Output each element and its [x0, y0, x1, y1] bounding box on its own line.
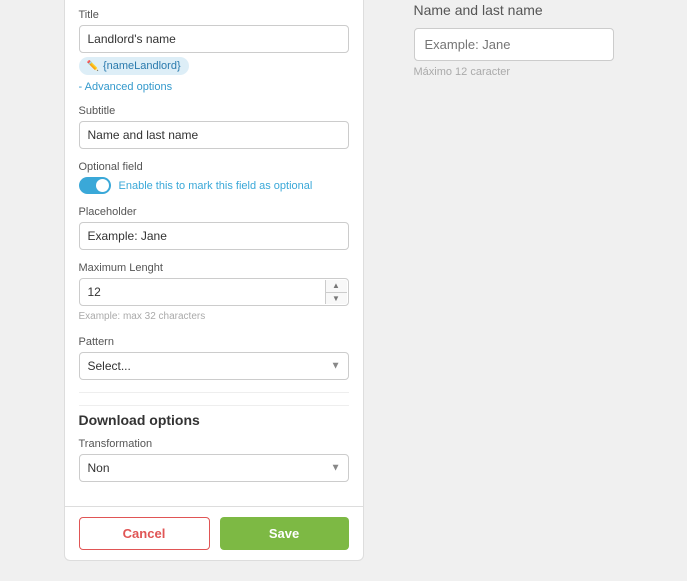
- pattern-field-group: Pattern Select... Numeric Alphabetic Alp…: [79, 336, 349, 380]
- preview-hint: Máximo 12 caracter: [414, 66, 614, 78]
- title-label: Title: [79, 9, 349, 21]
- placeholder-input[interactable]: [79, 222, 349, 250]
- title-input[interactable]: [79, 25, 349, 53]
- page-container: Short text ? Title ✏️ {nameLandlord} - A…: [44, 0, 644, 581]
- tag-text: {nameLandlord}: [103, 60, 181, 72]
- right-preview: Landlord's name Name and last name Máxim…: [404, 0, 624, 98]
- optional-toggle[interactable]: [79, 177, 111, 194]
- transformation-select-wrap: Non Uppercase Lowercase Capitalize ▼: [79, 454, 349, 482]
- spinner-down[interactable]: ▼: [326, 293, 347, 305]
- pattern-select[interactable]: Select... Numeric Alphabetic Alphanumeri…: [79, 352, 349, 380]
- max-length-spinner: ▲ ▼: [79, 278, 349, 306]
- save-button[interactable]: Save: [220, 517, 349, 550]
- download-options-section: Download options Transformation Non Uppe…: [79, 405, 349, 482]
- optional-field-row: Enable this to mark this field as option…: [79, 177, 349, 194]
- spinner-arrows: ▲ ▼: [325, 280, 347, 304]
- preview-input[interactable]: [414, 28, 614, 61]
- transformation-label: Transformation: [79, 438, 349, 450]
- spinner-up[interactable]: ▲: [326, 280, 347, 293]
- subtitle-field-group: Subtitle: [79, 105, 349, 149]
- panel-body: Title ✏️ {nameLandlord} - Advanced optio…: [65, 0, 363, 506]
- advanced-options-link[interactable]: - Advanced options: [79, 81, 349, 93]
- placeholder-label: Placeholder: [79, 206, 349, 218]
- max-length-field-group: Maximum Lenght ▲ ▼ Example: max 32 chara…: [79, 262, 349, 324]
- tag-chip: ✏️ {nameLandlord}: [79, 57, 189, 75]
- optional-field-group: Optional field Enable this to mark this …: [79, 161, 349, 194]
- download-options-title: Download options: [79, 405, 349, 428]
- title-field-group: Title ✏️ {nameLandlord} - Advanced optio…: [79, 9, 349, 93]
- left-panel: Short text ? Title ✏️ {nameLandlord} - A…: [64, 0, 364, 561]
- max-length-label: Maximum Lenght: [79, 262, 349, 274]
- toggle-label-text: Enable this to mark this field as option…: [119, 180, 313, 192]
- panel-footer: Cancel Save: [65, 506, 363, 560]
- subtitle-label: Subtitle: [79, 105, 349, 117]
- placeholder-field-group: Placeholder: [79, 206, 349, 250]
- max-length-input[interactable]: [79, 278, 349, 306]
- divider: [79, 392, 349, 393]
- pattern-select-wrap: Select... Numeric Alphabetic Alphanumeri…: [79, 352, 349, 380]
- pattern-label: Pattern: [79, 336, 349, 348]
- pencil-icon: ✏️: [87, 61, 99, 72]
- max-length-hint: Example: max 32 characters: [79, 311, 206, 322]
- subtitle-input[interactable]: [79, 121, 349, 149]
- cancel-button[interactable]: Cancel: [79, 517, 210, 550]
- transformation-select[interactable]: Non Uppercase Lowercase Capitalize: [79, 454, 349, 482]
- optional-label: Optional field: [79, 161, 349, 173]
- preview-subtitle: Name and last name: [414, 2, 614, 18]
